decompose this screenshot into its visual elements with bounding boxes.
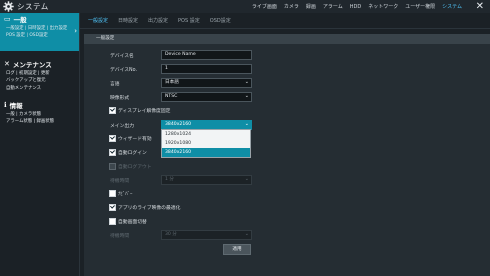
navbar-checkbox-row[interactable]: ﾅﾋﾞﾊﾞｰ: [109, 189, 132, 197]
chevron-down-icon: ⌄: [244, 93, 249, 99]
language-select[interactable]: 日本語 ⌄: [161, 78, 252, 88]
sidebar-section-info[interactable]: ℹ 情報 一般 | カメラ状態 アラーム状態 | 録画状態: [0, 99, 79, 126]
sidebar-item-alarm-status[interactable]: アラーム状態 | 録画状態: [0, 118, 79, 125]
sidebar-item-camera-status[interactable]: 一般 | カメラ状態: [0, 111, 79, 118]
wizard-checkbox[interactable]: [109, 134, 116, 142]
chevron-down-icon: ⌄: [244, 231, 249, 237]
chevron-down-icon: ⌄: [244, 176, 249, 182]
sidebar-item-general-settings[interactable]: 一般設定 | 日時設定 | 出力設定: [0, 25, 79, 32]
language-value: 日本語: [165, 80, 179, 85]
resolution-option[interactable]: 1280x1024: [162, 130, 250, 139]
video-format-select[interactable]: NTSC ⌄: [161, 92, 252, 102]
sidebar-item-pos-osd[interactable]: POS 設定 | OSD設定: [0, 32, 79, 39]
auto-switch-label: 自動画面切替: [118, 219, 147, 225]
wait-time-select[interactable]: 1 分 ⌄: [161, 175, 252, 185]
chevron-down-icon: ⌄: [244, 121, 249, 127]
navbar-label: ﾅﾋﾞﾊﾞｰ: [118, 191, 133, 197]
auto-login-label: 自動ログイン: [118, 150, 147, 156]
device-no-input[interactable]: 1: [161, 64, 252, 74]
wait-time2-row: 待機時間 30 分 ⌄: [84, 230, 490, 240]
info-icon: ℹ: [4, 100, 7, 109]
topnav-hdd[interactable]: HDD: [350, 4, 361, 10]
main-output-value: 3840x2160: [165, 122, 192, 127]
monitor-icon: ▭: [4, 15, 11, 23]
display-res-checkbox-row[interactable]: ディスプレイ解像度固定: [109, 106, 170, 114]
main-output-label: メイン出力: [110, 124, 134, 129]
sidebar: ▭ 一般 一般設定 | 日時設定 | 出力設定 POS 設定 | OSD設定 ›…: [0, 13, 80, 276]
sidebar-item-auto-maintenance[interactable]: 自動メンテナンス: [0, 85, 79, 92]
language-row: 言語 日本語 ⌄: [84, 78, 490, 88]
auto-login-checkbox[interactable]: [109, 148, 116, 156]
topnav-record[interactable]: 録画: [306, 3, 316, 10]
auto-login-checkbox-row[interactable]: 自動ログイン: [109, 148, 147, 156]
device-name-label: デバイス名: [110, 54, 134, 59]
sidebar-section-maintenance[interactable]: ✕ メンテナンス ログ | 初期設定 | 更新 バックアップと復元 自動メンテナ…: [0, 58, 79, 92]
navbar-checkbox[interactable]: [109, 189, 116, 197]
sidebar-section-general[interactable]: ▭ 一般 一般設定 | 日時設定 | 出力設定 POS 設定 | OSD設定 ›: [0, 13, 79, 51]
app-title: システム: [17, 2, 49, 11]
chevron-down-icon: ⌄: [244, 79, 249, 85]
device-no-row: デバイスNo. 1: [84, 64, 490, 74]
display-res-checkbox[interactable]: [109, 106, 116, 114]
device-name-row: デバイス名 Device Name: [84, 50, 490, 60]
main-content: 一般設定 日時設定 出力設定 POS 設定 OSD設定 一般設定 デバイス名 D…: [80, 13, 490, 276]
tab-output[interactable]: 出力設定: [148, 17, 168, 24]
resolution-option[interactable]: 3840x2160: [162, 148, 250, 157]
close-icon[interactable]: ✕: [476, 1, 484, 12]
resolution-option[interactable]: 1920x1080: [162, 139, 250, 148]
video-format-row: 映像形式 NTSC ⌄: [84, 92, 490, 102]
wait-time-row: 待機時間 1 分 ⌄: [84, 175, 490, 185]
live-opt-label: アプリのライブ映像の最適化: [118, 205, 181, 211]
video-format-label: 映像形式: [110, 96, 130, 101]
resolution-dropdown: 1280x1024 1920x1080 3840x2160: [161, 129, 251, 158]
auto-logout-checkbox[interactable]: [109, 162, 116, 170]
auto-switch-checkbox-row[interactable]: 自動画面切替: [109, 217, 147, 225]
wait-time-value: 1 分: [165, 177, 174, 182]
sidebar-section-title: メンテナンス: [12, 61, 52, 69]
wait-time-label: 待機時間: [110, 179, 130, 184]
auto-logout-label: 自動ログアウト: [118, 164, 152, 170]
tab-bar: 一般設定 日時設定 出力設定 POS 設定 OSD設定: [80, 13, 490, 29]
tab-datetime[interactable]: 日時設定: [118, 17, 138, 24]
live-opt-checkbox-row[interactable]: アプリのライブ映像の最適化: [109, 203, 180, 211]
wizard-label: ウィザード有効: [118, 136, 152, 142]
chevron-right-icon: ›: [74, 27, 77, 35]
wait-time2-select[interactable]: 30 分 ⌄: [161, 230, 252, 240]
topnav-user[interactable]: ユーザー権限: [405, 3, 435, 10]
tab-osd[interactable]: OSD設定: [210, 17, 231, 24]
device-name-input[interactable]: Device Name: [161, 50, 252, 60]
tab-general[interactable]: 一般設定: [88, 17, 108, 24]
sidebar-item-log[interactable]: ログ | 初期設定 | 更新: [0, 70, 79, 77]
apply-button[interactable]: 適用: [223, 244, 251, 255]
display-res-label: ディスプレイ解像度固定: [118, 108, 171, 114]
topnav-system[interactable]: システム: [442, 3, 462, 10]
wait-time2-label: 待機時間: [110, 234, 130, 239]
language-label: 言語: [110, 82, 120, 87]
topnav-alarm[interactable]: アラーム: [323, 3, 343, 10]
sidebar-item-backup[interactable]: バックアップと復元: [0, 77, 79, 84]
auto-switch-checkbox[interactable]: [109, 217, 116, 225]
topnav-live[interactable]: ライブ画面: [252, 3, 277, 10]
main-output-row: メイン出力 3840x2160 ⌄: [84, 120, 490, 130]
tab-pos[interactable]: POS 設定: [178, 17, 200, 24]
top-navigation: ライブ画面 カメラ 録画 アラーム HDD ネットワーク ユーザー権限 システム: [245, 0, 462, 13]
topnav-camera[interactable]: カメラ: [284, 3, 299, 10]
video-format-value: NTSC: [165, 94, 178, 99]
sidebar-section-title: 一般: [13, 16, 27, 24]
wait-time2-value: 30 分: [165, 232, 177, 237]
auto-logout-checkbox-row[interactable]: 自動ログアウト: [109, 162, 152, 170]
sidebar-section-title: 情報: [9, 101, 23, 110]
device-no-label: デバイスNo.: [110, 68, 138, 73]
section-header: 一般設定: [84, 34, 490, 44]
live-opt-checkbox[interactable]: [109, 203, 116, 211]
settings-panel: 一般設定 デバイス名 Device Name デバイスNo. 1 言語 日本語 …: [84, 34, 490, 276]
gear-icon: [3, 1, 14, 12]
wizard-checkbox-row[interactable]: ウィザード有効: [109, 134, 152, 142]
title-bar: システム ライブ画面 カメラ 録画 アラーム HDD ネットワーク ユーザー権限…: [0, 0, 490, 13]
wrench-icon: ✕: [4, 60, 10, 68]
topnav-network[interactable]: ネットワーク: [368, 3, 398, 10]
